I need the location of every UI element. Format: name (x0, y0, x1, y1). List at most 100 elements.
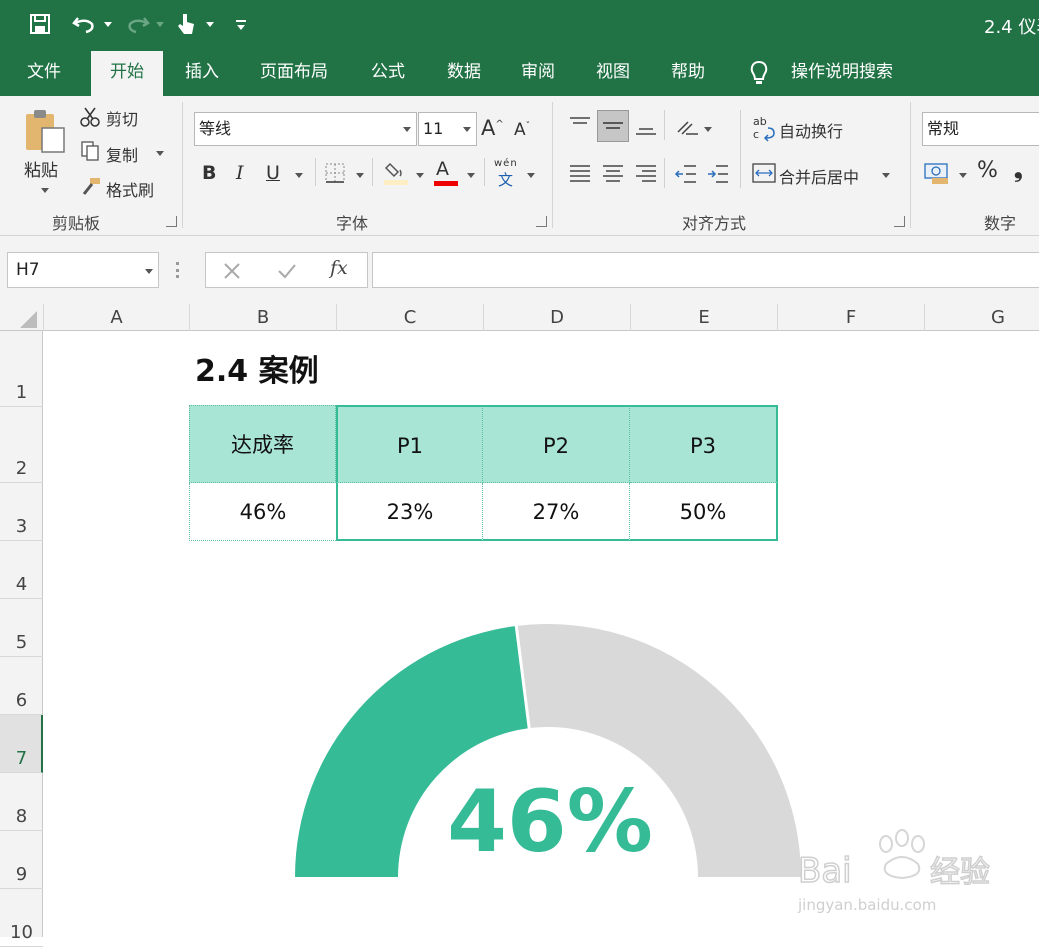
phonetic-dropdown-icon[interactable] (527, 173, 535, 178)
align-right-icon[interactable] (634, 162, 658, 186)
name-box[interactable]: H7 (7, 252, 159, 288)
percent-style-icon[interactable]: % (977, 158, 998, 183)
redo-dropdown-icon[interactable] (156, 22, 164, 27)
tab-view[interactable]: 视图 (581, 48, 645, 96)
cut-label[interactable]: 剪切 (106, 106, 138, 130)
font-launcher-icon[interactable] (536, 216, 547, 227)
column-header-d[interactable]: D (484, 304, 631, 331)
table-header-cell[interactable]: 达成率 (189, 405, 336, 483)
underline-button[interactable]: U (266, 162, 280, 184)
clipboard-launcher-icon[interactable] (166, 216, 177, 227)
increase-indent-icon[interactable] (706, 162, 730, 186)
chevron-down-icon[interactable] (403, 127, 411, 132)
table-header-cell[interactable]: P2 (483, 405, 630, 483)
align-left-icon[interactable] (568, 162, 592, 186)
orientation-dropdown-icon[interactable] (704, 127, 712, 132)
paste-dropdown-icon[interactable] (41, 188, 49, 193)
format-painter-label[interactable]: 格式刷 (106, 177, 154, 201)
increase-font-icon[interactable]: A^ (481, 116, 504, 140)
merge-center-icon[interactable] (752, 162, 776, 184)
column-header-f[interactable]: F (778, 304, 925, 331)
middle-align-button[interactable] (597, 110, 629, 142)
resize-handle[interactable] (176, 262, 179, 278)
top-align-icon[interactable] (568, 114, 592, 138)
column-header-g[interactable]: G (925, 304, 1039, 331)
row-header-4[interactable]: 4 (0, 541, 43, 599)
undo-dropdown-icon[interactable] (104, 22, 112, 27)
chevron-down-icon[interactable] (145, 269, 153, 274)
bottom-align-icon[interactable] (634, 114, 658, 138)
tab-review[interactable]: 审阅 (506, 48, 570, 96)
row-header-3[interactable]: 3 (0, 483, 43, 541)
underline-dropdown-icon[interactable] (295, 173, 303, 178)
column-header-b[interactable]: B (190, 304, 337, 331)
row-header-8[interactable]: 8 (0, 773, 43, 831)
comma-style-icon[interactable]: ❟ (1014, 158, 1023, 183)
tab-insert[interactable]: 插入 (170, 48, 234, 96)
accounting-format-icon[interactable] (924, 160, 952, 186)
borders-icon[interactable] (324, 162, 346, 184)
row-header-9[interactable]: 9 (0, 831, 43, 889)
touch-mode-icon[interactable] (174, 10, 198, 38)
paste-label[interactable]: 粘贴 (24, 156, 58, 181)
font-color-dropdown-icon[interactable] (467, 173, 475, 178)
font-size-combo[interactable]: 11 (418, 112, 477, 146)
formula-input[interactable] (372, 252, 1039, 288)
number-format-combo[interactable]: 常规 (922, 112, 1039, 146)
copy-label[interactable]: 复制 (106, 142, 138, 166)
column-header-a[interactable]: A (43, 304, 190, 331)
tell-me-search[interactable]: 操作说明搜索 (784, 48, 900, 96)
column-header-c[interactable]: C (337, 304, 484, 331)
cut-icon[interactable] (80, 106, 100, 128)
row-header-6[interactable]: 6 (0, 657, 43, 715)
table-value-cell[interactable]: 23% (336, 483, 483, 541)
row-header-5[interactable]: 5 (0, 599, 43, 657)
paste-icon[interactable] (24, 106, 68, 154)
undo-icon[interactable] (72, 12, 98, 36)
wrap-text-label[interactable]: 自动换行 (779, 118, 843, 142)
tab-help[interactable]: 帮助 (656, 48, 720, 96)
enter-check-icon[interactable] (276, 261, 298, 281)
font-color-icon[interactable]: A (436, 158, 449, 180)
borders-dropdown-icon[interactable] (356, 173, 364, 178)
accounting-dropdown-icon[interactable] (959, 173, 967, 178)
tab-formulas[interactable]: 公式 (356, 48, 420, 96)
customize-qat-caret-icon[interactable] (237, 25, 245, 30)
alignment-launcher-icon[interactable] (894, 216, 905, 227)
column-header-e[interactable]: E (631, 304, 778, 331)
row-header-10[interactable]: 10 (0, 889, 43, 947)
tab-home[interactable]: 开始 (91, 51, 163, 96)
format-painter-icon[interactable] (80, 176, 102, 196)
insert-function-button[interactable]: fx (330, 257, 348, 279)
cancel-icon[interactable] (222, 261, 242, 281)
orientation-icon[interactable] (674, 116, 700, 138)
fill-color-dropdown-icon[interactable] (416, 173, 424, 178)
table-header-cell[interactable]: P3 (630, 405, 778, 483)
align-center-icon[interactable] (601, 162, 625, 186)
table-value-cell[interactable]: 50% (630, 483, 778, 541)
customize-qat-icon[interactable] (236, 20, 246, 22)
select-all-icon[interactable] (17, 309, 39, 329)
italic-button[interactable]: I (236, 162, 244, 184)
decrease-font-icon[interactable]: Aˇ (514, 120, 530, 140)
font-name-combo[interactable]: 等线 (194, 112, 417, 146)
table-value-cell[interactable]: 27% (483, 483, 630, 541)
bold-button[interactable]: B (202, 162, 216, 184)
decrease-indent-icon[interactable] (674, 162, 698, 186)
save-icon[interactable] (28, 12, 52, 36)
table-value-cell[interactable]: 46% (189, 483, 336, 541)
wrap-text-icon[interactable]: ab c (752, 114, 776, 142)
tab-file[interactable]: 文件 (10, 48, 78, 96)
merge-dropdown-icon[interactable] (882, 173, 890, 178)
redo-icon[interactable] (124, 12, 150, 36)
tab-data[interactable]: 数据 (432, 48, 496, 96)
copy-dropdown-icon[interactable] (156, 151, 164, 156)
touch-dropdown-icon[interactable] (206, 22, 214, 27)
row-header-1[interactable]: 1 (0, 331, 43, 407)
table-header-cell[interactable]: P1 (336, 405, 483, 483)
merge-center-label[interactable]: 合并后居中 (779, 164, 859, 188)
row-header-2[interactable]: 2 (0, 407, 43, 483)
copy-icon[interactable] (80, 140, 100, 162)
tab-page-layout[interactable]: 页面布局 (248, 48, 340, 96)
fill-color-icon[interactable] (384, 158, 410, 186)
